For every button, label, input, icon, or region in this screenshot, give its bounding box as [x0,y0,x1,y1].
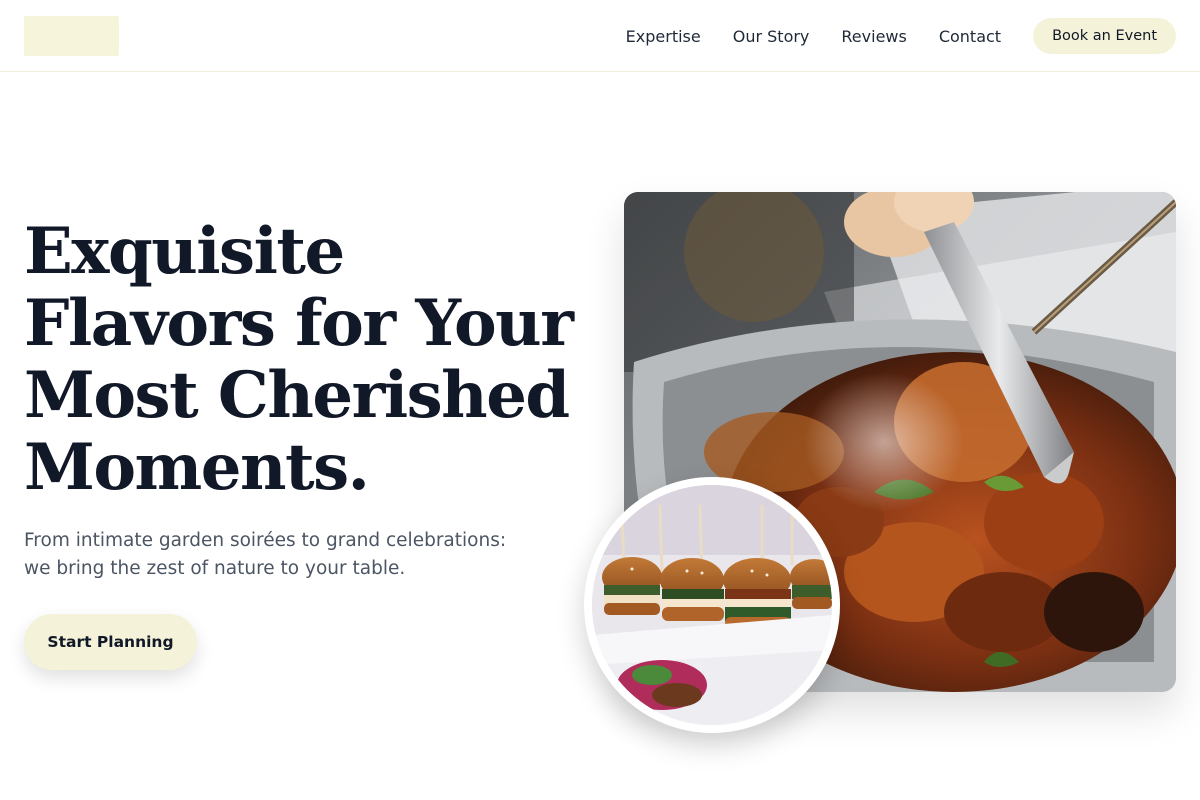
hero-subtitle-line: From intimate garden soirées to grand ce… [24,530,507,551]
site-header: Expertise Our Story Reviews Contact Book… [0,0,1200,72]
nav-reviews[interactable]: Reviews [841,27,906,46]
inset-food-photo [584,477,840,733]
nav-expertise[interactable]: Expertise [626,27,701,46]
hero-subtitle: From intimate garden soirées to grand ce… [24,527,554,583]
nav-contact[interactable]: Contact [939,27,1001,46]
hero-title-line: Moments. [24,430,370,505]
hero-title: Exquisite Flavors for Your Most Cherishe… [24,216,584,504]
hero-title-line: Flavors for Your [24,286,574,361]
book-event-button[interactable]: Book an Event [1033,18,1176,54]
nav-our-story[interactable]: Our Story [733,27,810,46]
hero-subtitle-line: we bring the zest of nature to your tabl… [24,558,406,579]
logo[interactable] [24,16,119,56]
main-nav: Expertise Our Story Reviews Contact Book… [626,18,1176,54]
start-planning-button[interactable]: Start Planning [24,614,197,670]
hero-title-line: Most Cherished [24,358,570,433]
hero-title-line: Exquisite [24,214,345,289]
